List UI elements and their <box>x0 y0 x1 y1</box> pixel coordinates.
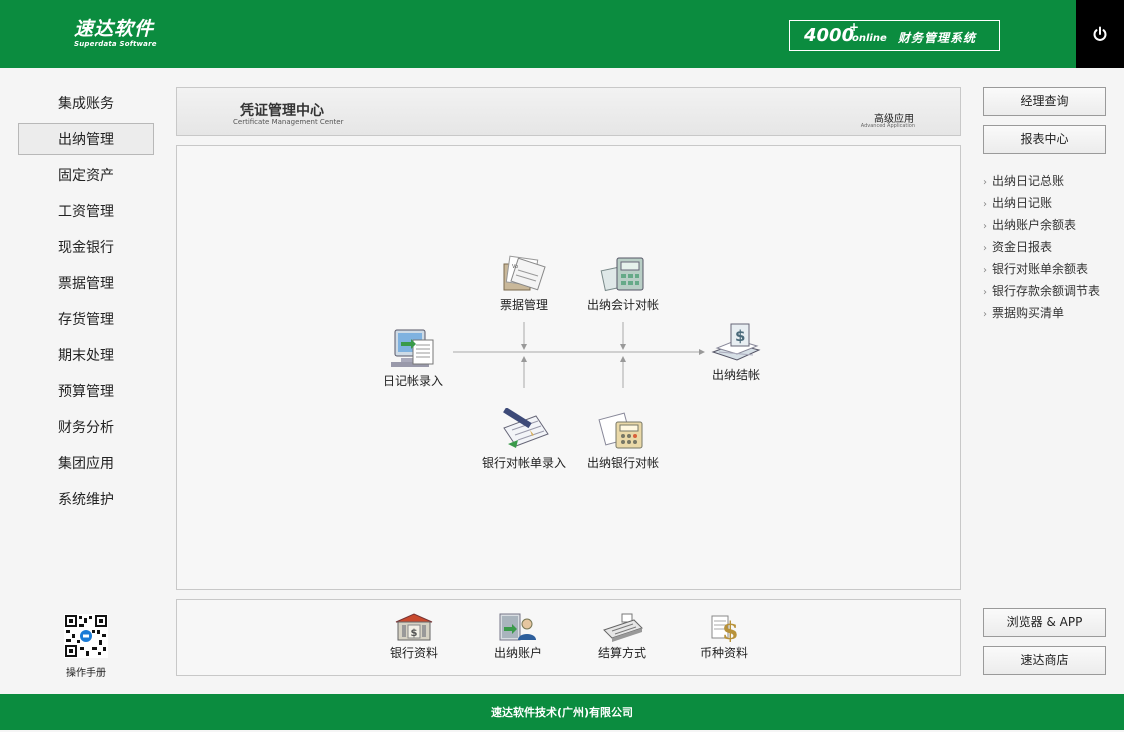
chevron-right-icon: › <box>983 287 987 298</box>
logo-cn-text: 速达软件 <box>74 18 155 40</box>
flow-label-bill-management: 票据管理 <box>499 298 548 312</box>
shop-button[interactable]: 速达商店 <box>983 646 1106 675</box>
flow-label-bank-statement-entry: 银行对帐单录入 <box>481 456 566 470</box>
report-link-bank-reconciliation[interactable]: › 银行存款余额调节表 <box>983 280 1100 302</box>
flow-node-cashier-bank-reconcile[interactable]: 出纳银行对帐 <box>583 408 663 471</box>
monitor-icon <box>391 329 434 367</box>
cash-register-icon <box>603 613 643 642</box>
bottom-item-cashier-account[interactable]: 出纳账户 <box>485 612 551 661</box>
svg-text:Vo: Vo <box>512 264 518 270</box>
bottom-item-currency-info[interactable]: $ 币种资料 <box>691 612 757 661</box>
report-label: 银行对账单余额表 <box>992 262 1089 276</box>
product-number: 4000 <box>804 25 855 46</box>
report-label: 出纳账户余额表 <box>992 218 1077 232</box>
manual-label: 操作手册 <box>66 668 106 679</box>
money-book-icon: $ <box>711 323 761 361</box>
nav-item-inventory[interactable]: 存货管理 <box>18 303 154 335</box>
flow-node-bill-management[interactable]: Vo 票据管理 <box>489 254 559 313</box>
left-nav: 集成账务 出纳管理 固定资产 工资管理 现金银行 票据管理 存货管理 期末处理 … <box>18 87 154 519</box>
report-list: › 出纳日记总账 › 出纳日记账 › 出纳账户余额表 › 资金日报表 › 银行对账单余额表… <box>983 170 1100 324</box>
chevron-right-icon: › <box>983 243 987 254</box>
bottom-item-settlement-method[interactable]: 结算方式 <box>589 612 655 661</box>
report-link-cashier-journal[interactable]: › 出纳日记账 <box>983 192 1100 214</box>
report-link-bank-statement-balance[interactable]: › 银行对账单余额表 <box>983 258 1100 280</box>
browser-app-button[interactable]: 浏览器 & APP <box>983 608 1106 637</box>
nav-item-cash-bank[interactable]: 现金银行 <box>18 231 154 263</box>
chevron-right-icon: › <box>983 309 987 320</box>
nav-item-financial-analysis[interactable]: 财务分析 <box>18 411 154 443</box>
page-subtitle: Certificate Management Center <box>233 118 344 126</box>
nav-item-payroll[interactable]: 工资管理 <box>18 195 154 227</box>
flow-label-cashier-bank-reconcile: 出纳银行对帐 <box>586 456 659 470</box>
qr-code-icon <box>64 614 108 658</box>
currency-icon: $ <box>711 615 739 642</box>
flow-connectors <box>453 322 705 388</box>
bottom-label-cashier-account: 出纳账户 <box>493 646 542 660</box>
bottom-label-settlement-method: 结算方式 <box>597 646 646 660</box>
bank-icon: $ <box>395 613 433 641</box>
logo-en-text: Superdata Software <box>74 40 157 48</box>
nav-item-group-apps[interactable]: 集团应用 <box>18 447 154 479</box>
report-label: 银行存款余额调节表 <box>992 284 1101 298</box>
flow-label-journal-entry: 日记帐录入 <box>382 374 443 388</box>
nav-item-bills[interactable]: 票据管理 <box>18 267 154 299</box>
product-badge: 4000 + online 财务管理系统 <box>789 20 1000 51</box>
chevron-right-icon: › <box>983 265 987 276</box>
report-link-account-balance[interactable]: › 出纳账户余额表 <box>983 214 1100 236</box>
bank-calculator-icon <box>598 412 643 449</box>
svg-text:$: $ <box>722 616 739 642</box>
nav-item-budget[interactable]: 预算管理 <box>18 375 154 407</box>
flow-label-cashier-accounting-reconcile: 出纳会计对帐 <box>586 298 659 312</box>
bottom-label-bank-info: 银行资料 <box>389 646 438 660</box>
user-account-icon <box>499 613 536 641</box>
chevron-right-icon: › <box>983 221 987 232</box>
chevron-right-icon: › <box>983 177 987 188</box>
bill-icon: Vo <box>503 255 546 291</box>
flow-node-cashier-closing[interactable]: $ 出纳结帐 <box>705 322 767 383</box>
nav-item-period-end[interactable]: 期末处理 <box>18 339 154 371</box>
report-label: 资金日报表 <box>992 240 1053 254</box>
flow-node-cashier-accounting-reconcile[interactable]: 出纳会计对帐 <box>583 254 663 313</box>
title-panel: 凭证管理中心 Certificate Management Center 高级应… <box>176 87 961 136</box>
flow-label-cashier-closing: 出纳结帐 <box>711 368 760 382</box>
nav-item-integrated-accounts[interactable]: 集成账务 <box>18 87 154 119</box>
chevron-right-icon: › <box>983 199 987 210</box>
svg-text:$: $ <box>735 327 745 345</box>
report-link-cashier-journal-ledger[interactable]: › 出纳日记总账 <box>983 170 1100 192</box>
report-label: 票据购买清单 <box>992 306 1065 320</box>
advanced-application-en: Advanced Application <box>860 123 915 129</box>
product-online: online <box>852 33 887 44</box>
top-header: 速达软件 Superdata Software 4000 + online 财务… <box>0 0 1124 68</box>
flow-node-bank-statement-entry[interactable]: 银行对帐单录入 <box>476 408 572 471</box>
power-button[interactable] <box>1076 0 1124 68</box>
manual-qr[interactable]: 操作手册 <box>56 614 116 679</box>
bottom-quick-panel: $ 银行资料 出纳账户 结算方式 $ 币种资料 <box>176 599 961 676</box>
nav-item-system-maintenance[interactable]: 系统维护 <box>18 483 154 515</box>
power-icon <box>1093 26 1107 41</box>
brand-logo: 速达软件 Superdata Software <box>74 18 157 48</box>
bottom-label-currency-info: 币种资料 <box>699 646 748 660</box>
report-link-bill-purchase[interactable]: › 票据购买清单 <box>983 302 1100 324</box>
footer-company: 速达软件技术(广州)有限公司 <box>490 706 634 719</box>
report-center-button[interactable]: 报表中心 <box>983 125 1106 154</box>
bottom-item-bank-info[interactable]: $ 银行资料 <box>381 612 447 661</box>
manager-query-button[interactable]: 经理查询 <box>983 87 1106 116</box>
nav-item-fixed-assets[interactable]: 固定资产 <box>18 159 154 191</box>
product-plus: + <box>849 20 860 34</box>
report-label: 出纳日记账 <box>992 196 1053 210</box>
footer: 速达软件技术(广州)有限公司 <box>0 694 1124 730</box>
pen-notebook-icon <box>503 408 549 448</box>
page-title: 凭证管理中心 <box>240 103 324 119</box>
flow-panel: Vo 票据管理 出纳会计对帐 日记帐录入 $ 出纳结帐 银行对帐单录入 出纳银行… <box>176 145 961 590</box>
product-name: 财务管理系统 <box>898 31 977 45</box>
calculator-check-icon <box>600 257 644 292</box>
flow-node-journal-entry[interactable]: 日记帐录入 <box>377 328 449 389</box>
report-label: 出纳日记总账 <box>992 174 1065 188</box>
nav-item-cashier-management[interactable]: 出纳管理 <box>18 123 154 155</box>
report-link-daily-funds[interactable]: › 资金日报表 <box>983 236 1100 258</box>
svg-text:$: $ <box>411 628 418 639</box>
